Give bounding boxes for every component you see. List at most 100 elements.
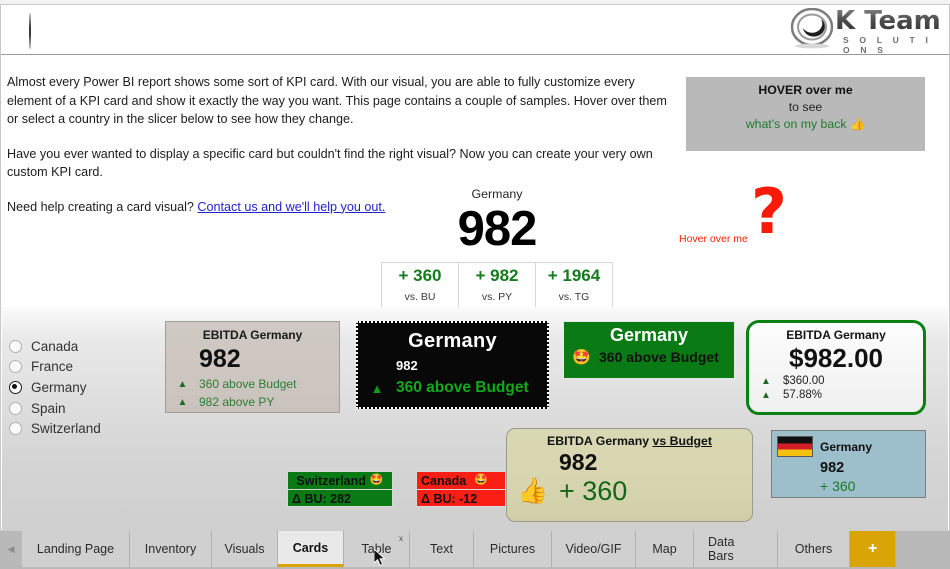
rounded-card-value: $982.00 bbox=[789, 343, 883, 373]
triangle-up-icon: ▲ bbox=[370, 380, 384, 396]
tab-visuals[interactable]: Visuals bbox=[212, 531, 278, 567]
hover-box-line-3-text: what's on my back bbox=[745, 117, 847, 131]
canada-card-header: Canada 🤩 bbox=[417, 472, 505, 489]
radio-icon-spain[interactable] bbox=[9, 401, 22, 415]
gray-card-row-2: ▲ 982 above PY bbox=[166, 395, 339, 409]
slicer-label-germany: Germany bbox=[31, 379, 87, 395]
header-divider-bar bbox=[29, 13, 31, 49]
tab-video-gif[interactable]: Video/GIF bbox=[552, 531, 636, 567]
tab-cards[interactable]: Cards bbox=[278, 531, 344, 567]
black-card-value: 982 bbox=[396, 358, 418, 373]
green-card-row: 🤩 360 above Budget bbox=[564, 349, 734, 365]
k-team-solutions-logo: K Team S O L U T I O N S bbox=[791, 6, 941, 55]
rounded-card-row-2-text: 57.88% bbox=[783, 389, 823, 401]
hover-question-label: Hover over me bbox=[679, 233, 748, 245]
beige-card-title-underline: vs Budget bbox=[652, 434, 712, 448]
kpi-card-canada[interactable]: Canada 🤩 Δ BU: -12 bbox=[416, 471, 506, 507]
contact-us-link[interactable]: Contact us and we'll help you out. bbox=[197, 200, 385, 214]
switzerland-card-delta: Δ BU: 282 bbox=[288, 489, 392, 508]
country-slicer[interactable]: Canada France Germany Spain Switzerland bbox=[9, 336, 159, 439]
app-root: K Team S O L U T I O N S Almost every Po… bbox=[0, 0, 950, 569]
main-kpi-caption: Germany bbox=[471, 187, 523, 201]
sidebar-item-canada[interactable]: Canada bbox=[9, 336, 159, 357]
tab-text[interactable]: Text bbox=[410, 531, 474, 567]
rounded-card-row-1: ▲ $360.00 bbox=[749, 375, 923, 387]
blue-card-value: 982 bbox=[820, 460, 845, 476]
kpi-cell-py: + 982 vs. PY bbox=[458, 263, 535, 307]
gray-card-row-1: ▲ 360 above Budget bbox=[166, 377, 339, 391]
thumbs-up-icon: 👍 bbox=[849, 117, 866, 131]
hover-box-line-3: what's on my back 👍 bbox=[686, 117, 925, 132]
close-icon[interactable]: x bbox=[399, 534, 403, 543]
kpi-card-black-germany[interactable]: Germany 982 ▲ 360 above Budget bbox=[356, 321, 549, 409]
page-tab-bar[interactable]: ◀ Landing Page Inventory Visuals Cards T… bbox=[0, 531, 950, 569]
slicer-label-spain: Spain bbox=[31, 400, 66, 416]
black-card-title: Germany bbox=[408, 330, 497, 352]
sidebar-item-france[interactable]: France bbox=[9, 357, 159, 378]
star-struck-emoji-icon: 🤩 bbox=[572, 348, 591, 366]
switzerland-card-header: Switzerland 🤩 bbox=[288, 472, 392, 489]
beige-card-row: 👍 + 360 bbox=[507, 476, 752, 506]
triangle-up-icon: ▲ bbox=[761, 389, 771, 401]
help-text: Need help creating a card visual? bbox=[7, 199, 198, 214]
main-kpi-comparison-row: + 360 vs. BU + 982 vs. PY + 1964 vs. TG bbox=[381, 262, 613, 308]
logo-wordmark: K Team bbox=[835, 6, 941, 36]
green-card-row-text: 360 above Budget bbox=[599, 349, 719, 365]
triangle-up-icon: ▲ bbox=[177, 396, 188, 408]
kpi-card-green-germany[interactable]: Germany 🤩 360 above Budget bbox=[563, 321, 735, 379]
rounded-card-row-1-text: $360.00 bbox=[783, 375, 825, 387]
star-struck-emoji-icon: 🤩 bbox=[474, 474, 488, 486]
kpi-card-gray-ebitda[interactable]: EBITDA Germany 982 ▲ 360 above Budget ▲ … bbox=[165, 321, 340, 413]
report-header: K Team S O L U T I O N S bbox=[1, 5, 949, 55]
hover-question-visual[interactable]: Hover over me ? bbox=[679, 181, 799, 257]
main-kpi-card[interactable]: Germany 982 + 360 vs. BU + 982 vs. PY + … bbox=[381, 187, 613, 308]
kpi-cell-tg: + 1964 vs. TG bbox=[535, 263, 613, 307]
beige-card-title: EBITDA Germany vs Budget bbox=[507, 434, 752, 448]
tab-landing-page[interactable]: Landing Page bbox=[22, 531, 130, 567]
question-mark-icon: ? bbox=[751, 175, 787, 248]
gray-card-row-2-text: 982 above PY bbox=[199, 395, 275, 409]
tab-scroll-left-icon[interactable]: ◀ bbox=[0, 531, 22, 567]
triangle-up-icon: ▲ bbox=[177, 378, 188, 390]
beige-card-value: 982 bbox=[559, 449, 598, 475]
tab-inventory[interactable]: Inventory bbox=[130, 531, 212, 567]
green-card-title: Germany bbox=[609, 325, 689, 345]
kpi-cell-py-label: vs. PY bbox=[481, 291, 513, 303]
radio-icon-switzerland[interactable] bbox=[9, 422, 22, 436]
sidebar-item-spain[interactable]: Spain bbox=[9, 398, 159, 419]
add-page-button[interactable]: + bbox=[850, 531, 897, 567]
kpi-card-beige-vs-budget[interactable]: EBITDA Germany vs Budget 982 👍 + 360 bbox=[506, 428, 753, 522]
sidebar-item-germany[interactable]: Germany bbox=[9, 377, 159, 398]
blue-card-header: Germany bbox=[777, 436, 925, 457]
beige-card-delta: + 360 bbox=[559, 476, 628, 506]
beige-card-title-plain: EBITDA Germany bbox=[547, 434, 653, 448]
blue-card-title: Germany bbox=[820, 439, 873, 454]
kpi-cell-py-value: + 982 bbox=[475, 266, 519, 285]
kpi-card-blue-flag[interactable]: Germany 982 + 360 bbox=[771, 430, 926, 498]
hover-box-line-2: to see bbox=[788, 100, 823, 114]
logo-tagline: S O L U T I O N S bbox=[843, 35, 933, 55]
mouse-cursor-icon bbox=[374, 549, 386, 566]
radio-icon-germany[interactable] bbox=[9, 380, 22, 394]
main-kpi-value: 982 bbox=[457, 202, 538, 256]
radio-icon-canada[interactable] bbox=[9, 339, 22, 353]
blue-card-delta: + 360 bbox=[820, 478, 856, 494]
hover-info-box[interactable]: HOVER over me to see what's on my back 👍 bbox=[686, 77, 925, 151]
kpi-card-rounded-ebitda[interactable]: EBITDA Germany $982.00 ▲ $360.00 ▲ 57.88… bbox=[746, 320, 926, 415]
tab-others[interactable]: Others bbox=[778, 531, 850, 567]
triangle-up-icon: ▲ bbox=[761, 375, 771, 387]
slicer-label-canada: Canada bbox=[31, 338, 79, 354]
tab-data-bars[interactable]: Data Bars bbox=[694, 531, 778, 567]
kpi-card-switzerland[interactable]: Switzerland 🤩 Δ BU: 282 bbox=[287, 471, 393, 507]
tab-pictures[interactable]: Pictures bbox=[474, 531, 552, 567]
thumbs-up-icon: 👍 bbox=[517, 477, 549, 505]
radio-icon-france[interactable] bbox=[9, 360, 22, 374]
slicer-label-france: France bbox=[31, 359, 74, 375]
intro-paragraph-1: Almost every Power BI report shows some … bbox=[7, 75, 667, 126]
kpi-cell-tg-label: vs. TG bbox=[558, 291, 590, 303]
kpi-cell-tg-value: + 1964 bbox=[547, 266, 601, 285]
intro-paragraph-2: Have you ever wanted to display a specif… bbox=[7, 146, 653, 180]
rounded-card-title: EBITDA Germany bbox=[786, 328, 886, 342]
tab-map[interactable]: Map bbox=[636, 531, 694, 567]
sidebar-item-switzerland[interactable]: Switzerland bbox=[9, 418, 159, 439]
